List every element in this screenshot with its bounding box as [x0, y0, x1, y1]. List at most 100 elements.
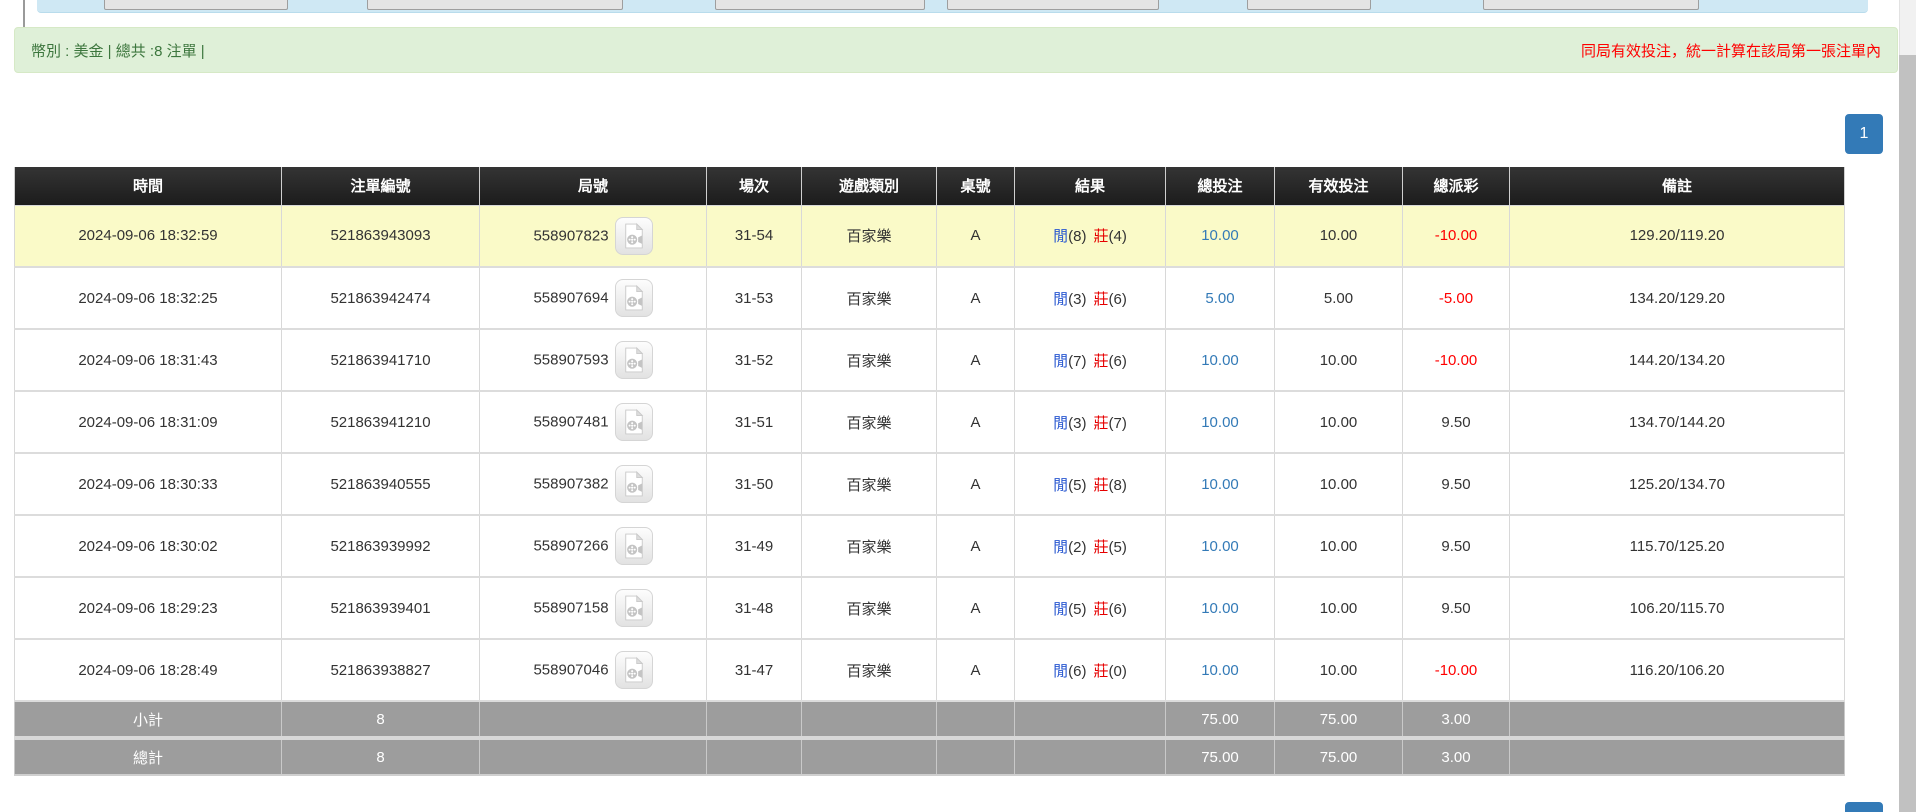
col-header-table-no: 桌號: [937, 167, 1015, 205]
note-value: 106.20/115.70: [1630, 600, 1725, 617]
total-bet-link[interactable]: 10.00: [1201, 352, 1239, 369]
cell-game-type: 百家樂: [802, 639, 937, 701]
note-value: 129.20/119.20: [1630, 227, 1725, 244]
cell-game-type: 百家樂: [802, 329, 937, 391]
cell-note: 129.20/119.20: [1510, 205, 1845, 267]
player-label: 閒: [1053, 601, 1068, 618]
filter-field-cutoff[interactable]: [367, 0, 623, 10]
banker-label: 莊: [1094, 415, 1109, 432]
video-replay-button[interactable]: [615, 341, 653, 379]
video-replay-button[interactable]: [615, 465, 653, 503]
banker-label: 莊: [1094, 601, 1109, 618]
video-replay-button[interactable]: [615, 217, 653, 255]
cell-bet-no: 521863942474: [282, 267, 480, 329]
cell-table-no: A: [937, 329, 1015, 391]
total-bet-link[interactable]: 10.00: [1201, 414, 1239, 431]
video-replay-button[interactable]: [615, 279, 653, 317]
player-points: (3): [1068, 291, 1086, 308]
cell-session: 31-51: [707, 391, 802, 453]
cell-payout: -10.00: [1403, 329, 1510, 391]
total-bet-link[interactable]: 10.00: [1201, 600, 1239, 617]
cell-total-bet: 5.00: [1166, 267, 1275, 329]
payout-value: 9.50: [1441, 414, 1470, 431]
banker-points: (5): [1109, 539, 1127, 556]
note-value: 144.20/134.20: [1629, 352, 1725, 369]
payout-value: -10.00: [1435, 352, 1478, 369]
round-number: 558907481: [533, 414, 608, 431]
summary-bar: 幣別 : 美金 | 總共 :8 注單 | 同局有效投注，統一計算在該局第一張注單…: [14, 27, 1898, 73]
round-number: 558907046: [533, 662, 608, 679]
total-bet-link[interactable]: 10.00: [1201, 476, 1239, 493]
cell-table-no: A: [937, 205, 1015, 267]
grand-total-label: 總計: [15, 738, 282, 775]
grand-total-count: 8: [282, 738, 480, 775]
video-replay-icon: [623, 657, 645, 683]
cell-round-no: 558907481: [480, 391, 707, 453]
cell-round-no: 558907823: [480, 205, 707, 267]
video-replay-button[interactable]: [615, 651, 653, 689]
banker-points: (0): [1109, 663, 1127, 680]
total-bet-link[interactable]: 10.00: [1201, 227, 1239, 244]
banker-label: 莊: [1094, 353, 1109, 370]
cell-round-no: 558907694: [480, 267, 707, 329]
total-bet-link[interactable]: 5.00: [1205, 290, 1234, 307]
video-replay-icon: [623, 471, 645, 497]
table-row: 2024-09-06 18:31:09 521863941210 5589074…: [15, 391, 1845, 453]
cell-note: 115.70/125.20: [1510, 515, 1845, 577]
player-label: 閒: [1053, 228, 1068, 245]
cell-table-no: A: [937, 577, 1015, 639]
filter-field-cutoff[interactable]: [104, 0, 288, 10]
cell-round-no: 558907266: [480, 515, 707, 577]
cell-payout: -10.00: [1403, 639, 1510, 701]
video-replay-icon: [623, 347, 645, 373]
cell-bet-no: 521863940555: [282, 453, 480, 515]
cell-session: 31-52: [707, 329, 802, 391]
scrollbar-thumb[interactable]: [1899, 55, 1916, 812]
pagination-page-1[interactable]: 1: [1845, 114, 1883, 154]
cell-round-no: 558907593: [480, 329, 707, 391]
total-bet-link[interactable]: 10.00: [1201, 662, 1239, 679]
grand-total-row: 總計 8 75.00 75.00 3.00: [15, 738, 1845, 775]
cell-time: 2024-09-06 18:29:23: [15, 577, 282, 639]
cell-payout: -10.00: [1403, 205, 1510, 267]
table-row: 2024-09-06 18:29:23 521863939401 5589071…: [15, 577, 1845, 639]
player-label: 閒: [1053, 477, 1068, 494]
payout-value: -10.00: [1435, 662, 1478, 679]
video-replay-icon: [623, 533, 645, 559]
cell-time: 2024-09-06 18:32:25: [15, 267, 282, 329]
filter-field-cutoff[interactable]: [947, 0, 1159, 10]
player-label: 閒: [1053, 291, 1068, 308]
table-body: 2024-09-06 18:32:59 521863943093 5589078…: [15, 205, 1845, 701]
video-replay-button[interactable]: [615, 589, 653, 627]
video-replay-icon: [623, 595, 645, 621]
cell-result: 閒(5)莊(8): [1015, 453, 1166, 515]
player-label: 閒: [1053, 353, 1068, 370]
panel-border-fragment: [23, 0, 25, 27]
video-replay-button[interactable]: [615, 527, 653, 565]
subtotal-total-bet: 75.00: [1166, 701, 1275, 738]
cell-total-bet: 10.00: [1166, 205, 1275, 267]
video-replay-button[interactable]: [615, 403, 653, 441]
cell-table-no: A: [937, 267, 1015, 329]
cell-payout: -5.00: [1403, 267, 1510, 329]
pagination-page-1-bottom[interactable]: 1: [1845, 802, 1883, 812]
subtotal-count: 8: [282, 701, 480, 738]
cell-total-bet: 10.00: [1166, 391, 1275, 453]
round-number: 558907823: [533, 227, 608, 244]
filter-field-cutoff[interactable]: [1483, 0, 1699, 10]
col-header-note: 備註: [1510, 167, 1845, 205]
grand-total-valid-bet: 75.00: [1275, 738, 1403, 775]
cell-payout: 9.50: [1403, 515, 1510, 577]
cell-bet-no: 521863941710: [282, 329, 480, 391]
cell-note: 106.20/115.70: [1510, 577, 1845, 639]
cell-session: 31-48: [707, 577, 802, 639]
total-bet-link[interactable]: 10.00: [1201, 538, 1239, 555]
banker-points: (4): [1109, 228, 1127, 245]
col-header-session: 場次: [707, 167, 802, 205]
filter-field-cutoff[interactable]: [715, 0, 925, 10]
cell-bet-no: 521863941210: [282, 391, 480, 453]
filter-field-cutoff[interactable]: [1247, 0, 1371, 10]
cell-game-type: 百家樂: [802, 453, 937, 515]
col-header-total-bet: 總投注: [1166, 167, 1275, 205]
filter-panel-cutoff: [37, 0, 1868, 13]
